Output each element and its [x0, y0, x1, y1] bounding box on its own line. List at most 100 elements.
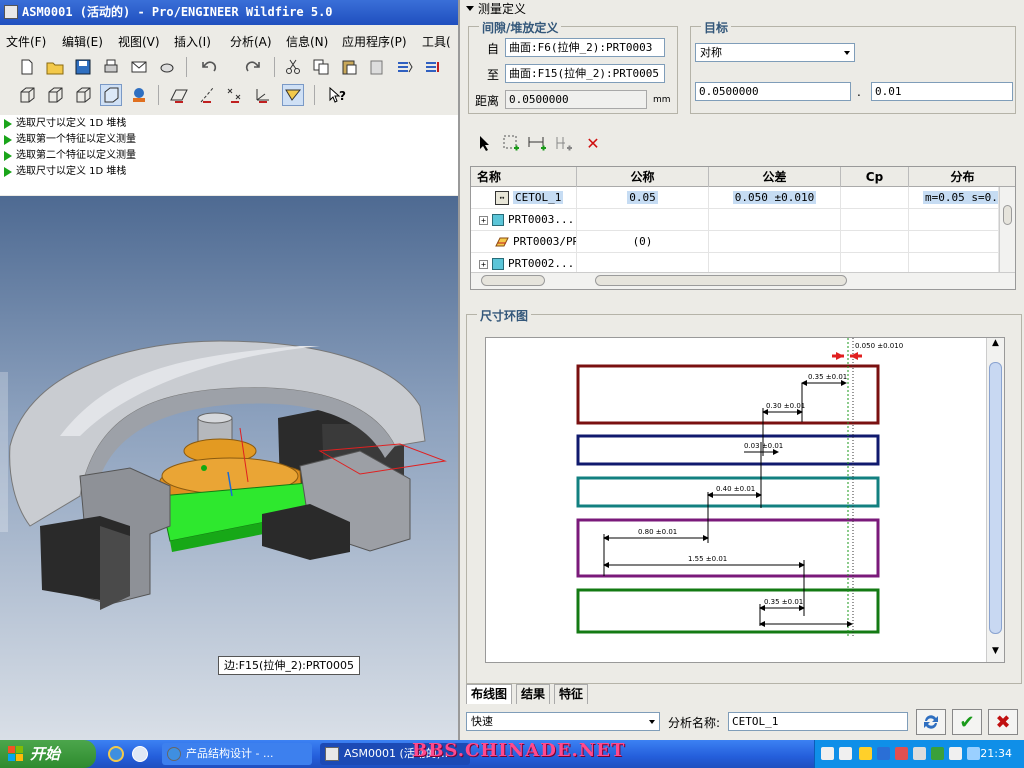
tab-routing[interactable]: 布线图	[466, 684, 513, 704]
row-cp	[841, 209, 909, 231]
signal-icon[interactable]	[931, 747, 944, 760]
save-icon[interactable]	[72, 56, 94, 78]
dim-label: 0.40 ±0.01	[716, 485, 755, 493]
analysis-name-field[interactable]: CETOL_1	[728, 712, 908, 731]
hidden-line-icon[interactable]	[44, 84, 66, 106]
title-bar: ASM0001 (活动的) - Pro/ENGINEER Wildfire 5.…	[0, 0, 458, 25]
toolbar-view: ?	[4, 82, 454, 110]
menu-tools[interactable]: 工具(	[422, 33, 451, 50]
cancel-x-icon[interactable]: ✖	[988, 709, 1018, 735]
tab-features[interactable]: 特征	[554, 684, 589, 704]
delete-icon[interactable]: ✕	[582, 132, 604, 154]
target-tolerance-field[interactable]: 0.01	[871, 82, 1013, 101]
keyboard-icon[interactable]	[821, 747, 834, 760]
table-row[interactable]: ↔ CETOL_1 0.05 0.050 ±0.010 m=0.05 s=0.0	[471, 187, 999, 209]
loop-diagram: 0.050 ±0.010 0.35 ±0.01 0.30 ±0.01 0.03 …	[576, 338, 903, 638]
csys-icon[interactable]	[252, 84, 274, 106]
system-tray: 21:34	[814, 740, 1024, 768]
scroll-up-icon[interactable]: ▲	[990, 338, 1001, 352]
quicklaunch-icon[interactable]	[132, 746, 148, 762]
add-stack-icon[interactable]	[554, 132, 576, 154]
menu-file[interactable]: 文件(F)	[6, 33, 46, 50]
open-folder-icon[interactable]	[44, 56, 66, 78]
dimension-loop-canvas[interactable]: 0.050 ±0.010 0.35 ±0.01 0.30 ±0.01 0.03 …	[485, 337, 1005, 663]
col-nominal[interactable]: 公称	[577, 167, 709, 187]
row-name: PRT0003/PR	[513, 235, 577, 248]
start-button[interactable]: 开始	[0, 740, 96, 768]
paste-special-icon[interactable]	[366, 56, 388, 78]
table-row[interactable]: + PRT0003...	[471, 209, 999, 231]
expand-icon[interactable]: +	[479, 215, 488, 225]
tab-results[interactable]: 结果	[516, 684, 551, 704]
context-help-icon[interactable]: ?	[326, 84, 348, 106]
no-hidden-icon[interactable]	[72, 84, 94, 106]
paste-icon[interactable]	[338, 56, 360, 78]
annotation-icon[interactable]	[282, 84, 304, 106]
col-name[interactable]: 名称	[471, 167, 577, 187]
to-surface-field[interactable]: 曲面:F15(拉伸_2):PRT0005	[505, 64, 665, 83]
ok-check-icon[interactable]: ✔	[952, 709, 982, 735]
security-icon[interactable]	[895, 747, 908, 760]
ie-icon[interactable]	[108, 746, 124, 762]
scroll-down-icon[interactable]: ▼	[990, 646, 1001, 660]
volume-icon[interactable]	[913, 747, 926, 760]
redo-icon[interactable]	[242, 56, 264, 78]
regen-manager-icon[interactable]	[422, 56, 444, 78]
expand-icon[interactable]: +	[479, 259, 488, 269]
task-browser[interactable]: 产品结构设计 - ...	[162, 743, 312, 765]
distance-label: 距离	[475, 94, 500, 108]
analysis-mode-select[interactable]: 快速	[466, 712, 660, 731]
help-icon[interactable]	[859, 747, 872, 760]
viewport-sash[interactable]	[0, 372, 8, 532]
dim-label: 0.30 ±0.01	[766, 402, 805, 410]
wireframe-icon[interactable]	[16, 84, 38, 106]
table-horizontal-scrollbar[interactable]	[471, 272, 1015, 289]
app-icon	[4, 5, 18, 19]
collapse-caret-icon[interactable]	[466, 6, 474, 11]
target-group-title: 目标	[701, 19, 732, 36]
dialog-title-bar[interactable]: 测量定义	[460, 0, 1024, 18]
shading-icon[interactable]	[100, 84, 122, 106]
select-arrow-icon[interactable]	[474, 132, 496, 154]
menu-edit[interactable]: 编辑(E)	[62, 33, 103, 50]
network-icon[interactable]	[877, 747, 890, 760]
col-tolerance[interactable]: 公差	[709, 167, 841, 187]
table-row[interactable]: PRT0003/PR (0)	[471, 231, 999, 253]
copy-icon[interactable]	[310, 56, 332, 78]
regenerate-icon[interactable]	[394, 56, 416, 78]
menu-info[interactable]: 信息(N)	[286, 33, 328, 50]
col-cp[interactable]: Cp	[841, 167, 909, 187]
new-file-icon[interactable]	[16, 56, 38, 78]
email-icon[interactable]	[128, 56, 150, 78]
menu-applications[interactable]: 应用程序(P)	[342, 33, 407, 50]
refresh-icon[interactable]	[916, 709, 946, 735]
tray-app-icon[interactable]	[839, 747, 852, 760]
undo-icon[interactable]	[198, 56, 220, 78]
menu-analysis[interactable]: 分析(A)	[230, 33, 272, 50]
target-type-select[interactable]: 对称	[695, 43, 855, 62]
datum-point-icon[interactable]	[224, 84, 246, 106]
dim-label: 0.35 ±0.01	[764, 598, 803, 606]
print-icon[interactable]	[100, 56, 122, 78]
share-icon[interactable]	[967, 747, 980, 760]
col-distribution[interactable]: 分布	[909, 167, 1015, 187]
diagram-vertical-scrollbar[interactable]: ▲ ▼	[986, 338, 1004, 662]
add-dimension-icon[interactable]	[526, 132, 548, 154]
part-box[interactable]	[576, 518, 880, 578]
from-surface-field[interactable]: 曲面:F6(拉伸_2):PRT0003	[505, 38, 665, 57]
dim-label: 0.80 ±0.01	[638, 528, 677, 536]
appearance-icon[interactable]	[128, 84, 150, 106]
datum-plane-icon[interactable]	[168, 84, 190, 106]
display-icon[interactable]	[949, 747, 962, 760]
part-box[interactable]	[576, 434, 880, 466]
add-feature-icon[interactable]	[500, 132, 522, 154]
table-vertical-scrollbar[interactable]	[999, 187, 1015, 273]
datum-axis-icon[interactable]	[196, 84, 218, 106]
target-nominal-field[interactable]: 0.0500000	[695, 82, 851, 101]
menu-view[interactable]: 视图(V)	[118, 33, 160, 50]
part-box[interactable]	[576, 588, 880, 634]
cut-icon[interactable]	[282, 56, 304, 78]
menu-insert[interactable]: 插入(I)	[174, 33, 211, 50]
graphics-viewport[interactable]: 边:F15(拉伸_2):PRT0005	[0, 196, 458, 740]
send-link-icon[interactable]	[156, 56, 178, 78]
